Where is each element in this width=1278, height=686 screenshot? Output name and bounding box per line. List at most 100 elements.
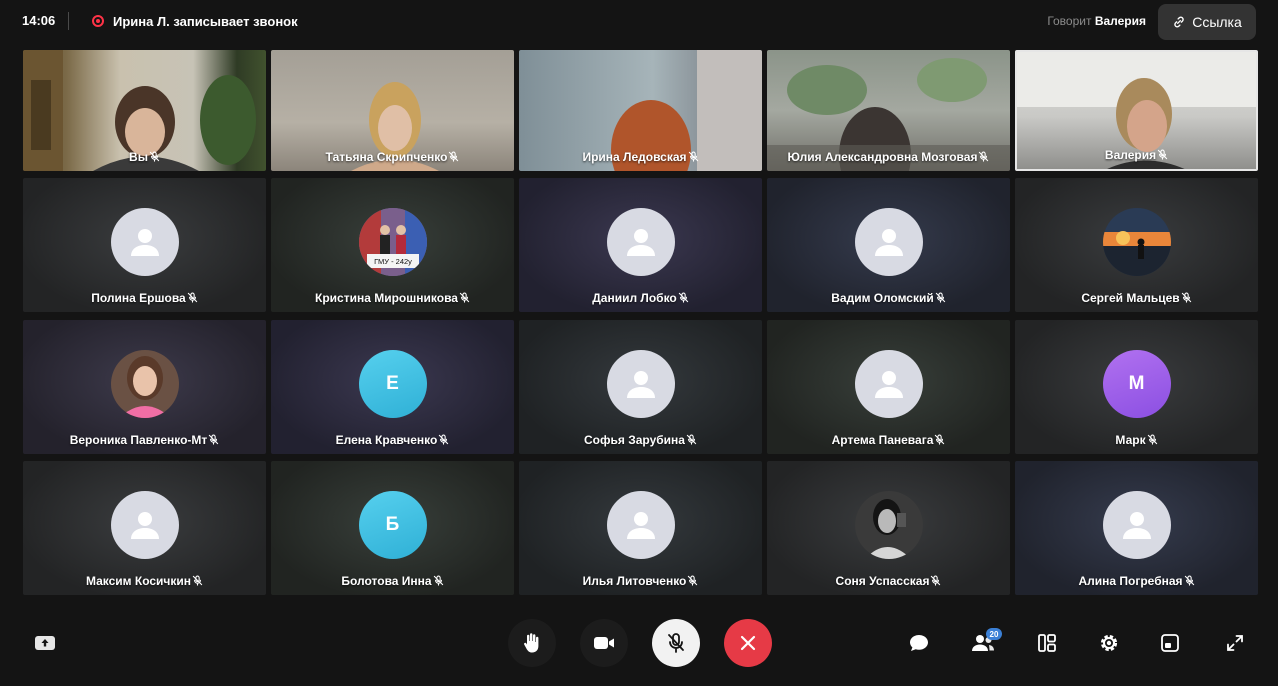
fullscreen-icon — [1227, 635, 1243, 651]
user-icon — [874, 371, 903, 398]
participant-name: Даниил Лобко — [519, 291, 762, 305]
top-bar: 14:06 Ирина Л. записывает звонок Говорит… — [0, 0, 1278, 44]
participant-tile[interactable]: Артема Паневага — [767, 320, 1010, 454]
avatar-photo — [110, 350, 179, 418]
avatar — [110, 491, 179, 559]
recording-status: Ирина Л. записывает звонок — [113, 14, 298, 29]
participant-name: Елена Кравченко — [271, 433, 514, 447]
mic-off-icon — [1184, 575, 1194, 586]
avatar-photo — [1102, 208, 1171, 276]
camera-icon — [594, 637, 614, 649]
participant-name: Илья Литовченко — [519, 574, 762, 588]
mic-off-icon — [449, 151, 459, 162]
mic-off-icon — [1147, 434, 1157, 445]
avatar-initial: М — [1102, 350, 1171, 418]
end-call-button[interactable] — [724, 619, 772, 667]
mic-off-icon — [686, 434, 697, 445]
mic-off-icon — [439, 434, 449, 445]
participant-tile[interactable]: Вы — [23, 50, 266, 171]
participant-tile[interactable]: Софья Зарубина — [519, 320, 762, 454]
avatar-initial: Е — [358, 350, 427, 418]
call-time: 14:06 — [22, 13, 56, 28]
raise-hand-button[interactable] — [508, 619, 556, 667]
chat-button[interactable] — [905, 629, 933, 657]
copy-link-label: Ссылка — [1192, 14, 1242, 30]
participant-tile[interactable]: Илья Литовченко — [519, 461, 762, 595]
chat-icon — [910, 635, 928, 651]
participant-tile[interactable]: Б Болотова Инна — [271, 461, 514, 595]
participant-name: Ирина Ледовская — [519, 150, 762, 164]
participant-tile[interactable]: Даниил Лобко — [519, 178, 762, 312]
recording-icon — [92, 15, 104, 27]
participant-name: Артема Паневага — [767, 433, 1010, 447]
participant-name: Софья Зарубина — [519, 433, 762, 447]
participant-tile[interactable]: Максим Косичкин — [23, 461, 266, 595]
avatar-photo: ГМУ - 242у — [358, 208, 427, 276]
picture-in-picture-button[interactable] — [1156, 629, 1184, 657]
participant-tile[interactable]: Соня Успасская — [767, 461, 1010, 595]
user-icon — [874, 229, 903, 256]
participant-tile[interactable]: Татьяна Скрипченко — [271, 50, 514, 171]
avatar — [854, 350, 923, 418]
participant-tile-active-speaker[interactable]: Валерия — [1015, 50, 1258, 171]
participant-name: Кристина Мирошникова — [271, 291, 514, 305]
participant-name: Марк — [1015, 433, 1258, 447]
camera-button[interactable] — [580, 619, 628, 667]
mic-off-icon — [459, 292, 470, 303]
mic-off-icon — [192, 575, 203, 586]
avatar — [1102, 491, 1171, 559]
mic-off-icon — [688, 575, 698, 586]
participant-name: Сергей Мальцев — [1015, 291, 1258, 305]
screen-share-button[interactable] — [31, 629, 59, 657]
participant-name: Алина Погребная — [1015, 574, 1258, 588]
layout-button[interactable] — [1033, 629, 1061, 657]
layout-icon — [1038, 634, 1056, 652]
svg-text:ГМУ - 242у: ГМУ - 242у — [374, 257, 412, 266]
participant-tile[interactable]: Полина Ершова — [23, 178, 266, 312]
participant-tile[interactable]: М Марк — [1015, 320, 1258, 454]
participant-tile[interactable]: Сергей Мальцев — [1015, 178, 1258, 312]
mic-off-icon — [433, 575, 443, 586]
settings-button[interactable] — [1095, 629, 1123, 657]
participant-tile[interactable]: Вероника Павленко-Мт — [23, 320, 266, 454]
mic-off-icon — [688, 151, 698, 162]
copy-link-button[interactable]: Ссылка — [1158, 4, 1256, 40]
participant-tile[interactable]: Юлия Александровна Мозговая — [767, 50, 1010, 171]
participant-name: Соня Успасская — [767, 574, 1010, 588]
avatar — [606, 350, 675, 418]
avatar — [606, 491, 675, 559]
fullscreen-button[interactable] — [1221, 629, 1249, 657]
participant-name: Вероника Павленко-Мт — [23, 433, 266, 447]
participant-tile[interactable]: Ирина Ледовская — [519, 50, 762, 171]
participant-tile[interactable]: Вадим Оломский — [767, 178, 1010, 312]
avatar-initial: Б — [358, 491, 427, 559]
participant-name: Максим Косичкин — [23, 574, 266, 588]
participant-name: Татьяна Скрипченко — [271, 150, 514, 164]
mic-off-icon — [149, 151, 160, 162]
screen-share-icon — [35, 636, 55, 650]
mic-off-icon — [1181, 292, 1191, 303]
participant-name: Болотова Инна — [271, 574, 514, 588]
active-speaker: Говорит Валерия — [1047, 14, 1146, 28]
avatar — [854, 208, 923, 276]
settings-icon — [1100, 634, 1118, 652]
participants-count-badge: 20 — [986, 628, 1002, 640]
user-icon — [130, 229, 159, 256]
mic-off-icon — [187, 292, 197, 303]
mic-off-icon — [931, 575, 941, 586]
mic-off-icon — [678, 292, 688, 303]
mic-off-icon — [209, 434, 219, 445]
end-call-icon — [740, 635, 756, 651]
participant-name: Юлия Александровна Мозговая — [767, 150, 1010, 164]
participant-tile[interactable]: Алина Погребная — [1015, 461, 1258, 595]
avatar — [606, 208, 675, 276]
participant-name: Валерия — [1017, 148, 1256, 162]
speaking-name: Валерия — [1094, 14, 1146, 28]
user-icon — [626, 229, 655, 256]
link-icon — [1174, 16, 1184, 28]
participant-tile[interactable]: ГМУ - 242у Кристина Мирошникова — [271, 178, 514, 312]
microphone-toggle-button[interactable] — [652, 619, 700, 667]
mic-off-icon — [935, 292, 945, 303]
divider — [68, 12, 69, 30]
participant-tile[interactable]: Е Елена Кравченко — [271, 320, 514, 454]
